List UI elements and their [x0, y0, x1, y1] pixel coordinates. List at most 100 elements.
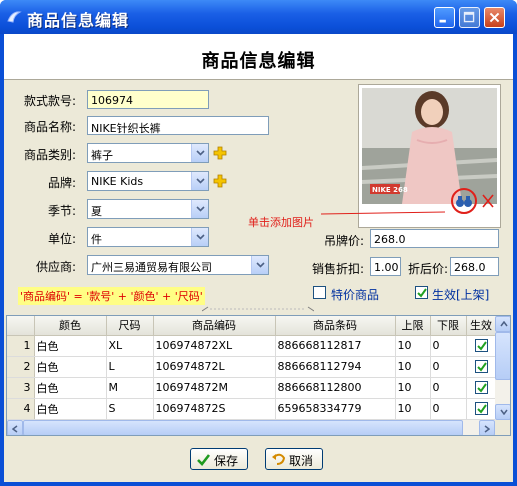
column-header[interactable]: 生效: [466, 316, 497, 336]
row-number[interactable]: 2: [7, 356, 35, 378]
cell-min[interactable]: 0: [430, 335, 467, 357]
cell-size[interactable]: XL: [106, 335, 154, 357]
scroll-down-button[interactable]: [495, 404, 510, 420]
table-row[interactable]: 4 白色 S 106974872S 659658334779 10 0: [7, 398, 497, 420]
column-header[interactable]: 商品编码: [153, 316, 276, 336]
cell-max[interactable]: 10: [395, 398, 431, 420]
cell-min[interactable]: 0: [430, 377, 467, 399]
dropdown-icon[interactable]: [191, 172, 208, 190]
save-button[interactable]: 保存: [190, 448, 248, 470]
cell-active[interactable]: [466, 377, 497, 399]
cell-min[interactable]: 0: [430, 398, 467, 420]
cell-code[interactable]: 106974872M: [153, 377, 276, 399]
delete-icon[interactable]: [481, 193, 495, 209]
column-header[interactable]: 商品条码: [275, 316, 396, 336]
product-name-input[interactable]: NIKE针织长裤: [87, 116, 269, 135]
row-number[interactable]: 4: [7, 398, 35, 420]
cell-code[interactable]: 106974872XL: [153, 335, 276, 357]
cancel-button-label: 取消: [289, 454, 314, 468]
active-row-checkbox[interactable]: [474, 339, 488, 353]
code-formula-note: '商品编码' = '款号' + '颜色' + '尺码': [18, 287, 205, 305]
supplier-select[interactable]: 广州三易通贸易有限公司: [87, 255, 269, 275]
table-row[interactable]: 2 白色 L 106974872L 886668112794 10 0: [7, 356, 497, 378]
active-label[interactable]: 生效[上架]: [432, 286, 489, 303]
discounted-price-input[interactable]: 268.0: [450, 257, 499, 276]
active-row-checkbox[interactable]: [474, 381, 488, 395]
row-number[interactable]: 1: [7, 335, 35, 357]
add-brand-icon[interactable]: [213, 174, 227, 188]
style-code-label: 款式款号:: [24, 94, 77, 108]
cell-barcode[interactable]: 886668112817: [275, 335, 396, 357]
dropdown-icon[interactable]: [251, 256, 268, 274]
scroll-left-button[interactable]: [7, 420, 23, 435]
discount-input[interactable]: 1.00: [370, 257, 401, 276]
tag-price-label: 吊牌价:: [324, 234, 365, 248]
title-bar[interactable]: 商品信息编辑: [0, 0, 517, 34]
discounted-price-label: 折后价:: [408, 262, 449, 276]
chevron-right-icon: [484, 425, 490, 433]
check-icon: [476, 383, 487, 393]
dropdown-icon[interactable]: [191, 144, 208, 162]
cell-active[interactable]: [466, 356, 497, 378]
special-price-checkbox[interactable]: [313, 286, 326, 299]
unit-select[interactable]: 件: [87, 227, 209, 247]
cell-active[interactable]: [466, 335, 497, 357]
vertical-scroll-thumb[interactable]: [495, 332, 510, 380]
product-photo-frame[interactable]: NIKE 268: [358, 84, 501, 228]
vertical-scrollbar[interactable]: [495, 316, 510, 420]
maximize-button[interactable]: [459, 7, 480, 28]
cell-max[interactable]: 10: [395, 356, 431, 378]
close-button[interactable]: [484, 7, 505, 28]
active-checkbox[interactable]: [415, 286, 428, 299]
dropdown-icon[interactable]: [191, 228, 208, 246]
style-code-input[interactable]: 106974: [87, 90, 209, 109]
save-icon: [197, 454, 211, 466]
unit-label: 单位:: [48, 232, 77, 246]
row-number-header: [7, 316, 35, 336]
column-header[interactable]: 下限: [430, 316, 467, 336]
category-select[interactable]: 裤子: [87, 143, 209, 163]
cell-barcode[interactable]: 886668112800: [275, 377, 396, 399]
binoculars-icon[interactable]: [450, 187, 478, 215]
active-row-checkbox[interactable]: [474, 360, 488, 374]
cancel-button[interactable]: 取消: [265, 448, 323, 470]
cell-barcode[interactable]: 659658334779: [275, 398, 396, 420]
row-number[interactable]: 3: [7, 377, 35, 399]
column-header[interactable]: 尺码: [106, 316, 154, 336]
cell-size[interactable]: S: [106, 398, 154, 420]
cell-barcode[interactable]: 886668112794: [275, 356, 396, 378]
cell-max[interactable]: 10: [395, 377, 431, 399]
horizontal-scrollbar[interactable]: [7, 420, 495, 435]
active-row-checkbox[interactable]: [474, 402, 488, 416]
dropdown-icon[interactable]: [191, 200, 208, 218]
cell-code[interactable]: 106974872L: [153, 356, 276, 378]
cell-color[interactable]: 白色: [34, 398, 107, 420]
special-price-label[interactable]: 特价商品: [331, 286, 379, 303]
sku-table: 颜色 尺码 商品编码 商品条码 上限 下限 生效 1 白色 XL 106974872X…: [7, 316, 497, 420]
cell-color[interactable]: 白色: [34, 335, 107, 357]
scroll-right-button[interactable]: [479, 420, 495, 435]
minimize-button[interactable]: [434, 7, 455, 28]
cell-code[interactable]: 106974872S: [153, 398, 276, 420]
table-row[interactable]: 1 白色 XL 106974872XL 886668112817 10 0: [7, 335, 497, 357]
scroll-up-button[interactable]: [495, 316, 510, 332]
horizontal-scroll-thumb[interactable]: [23, 420, 463, 435]
season-select[interactable]: 夏: [87, 199, 209, 219]
cell-size[interactable]: L: [106, 356, 154, 378]
brand-select[interactable]: NIKE Kids: [87, 171, 209, 191]
splitter-grip[interactable]: [202, 305, 314, 313]
tag-price-input[interactable]: 268.0: [370, 229, 499, 248]
season-label: 季节:: [48, 204, 77, 218]
add-category-icon[interactable]: [213, 146, 227, 160]
cell-color[interactable]: 白色: [34, 377, 107, 399]
cell-size[interactable]: M: [106, 377, 154, 399]
column-header[interactable]: 颜色: [34, 316, 107, 336]
table-row[interactable]: 3 白色 M 106974872M 886668112800 10 0: [7, 377, 497, 399]
cell-min[interactable]: 0: [430, 356, 467, 378]
cell-color[interactable]: 白色: [34, 356, 107, 378]
column-header[interactable]: 上限: [395, 316, 431, 336]
sku-grid[interactable]: 颜色 尺码 商品编码 商品条码 上限 下限 生效 1 白色 XL 106974872X…: [6, 315, 511, 436]
cell-active[interactable]: [466, 398, 497, 420]
cell-max[interactable]: 10: [395, 335, 431, 357]
add-photo-hint[interactable]: 单击添加图片: [248, 214, 314, 230]
